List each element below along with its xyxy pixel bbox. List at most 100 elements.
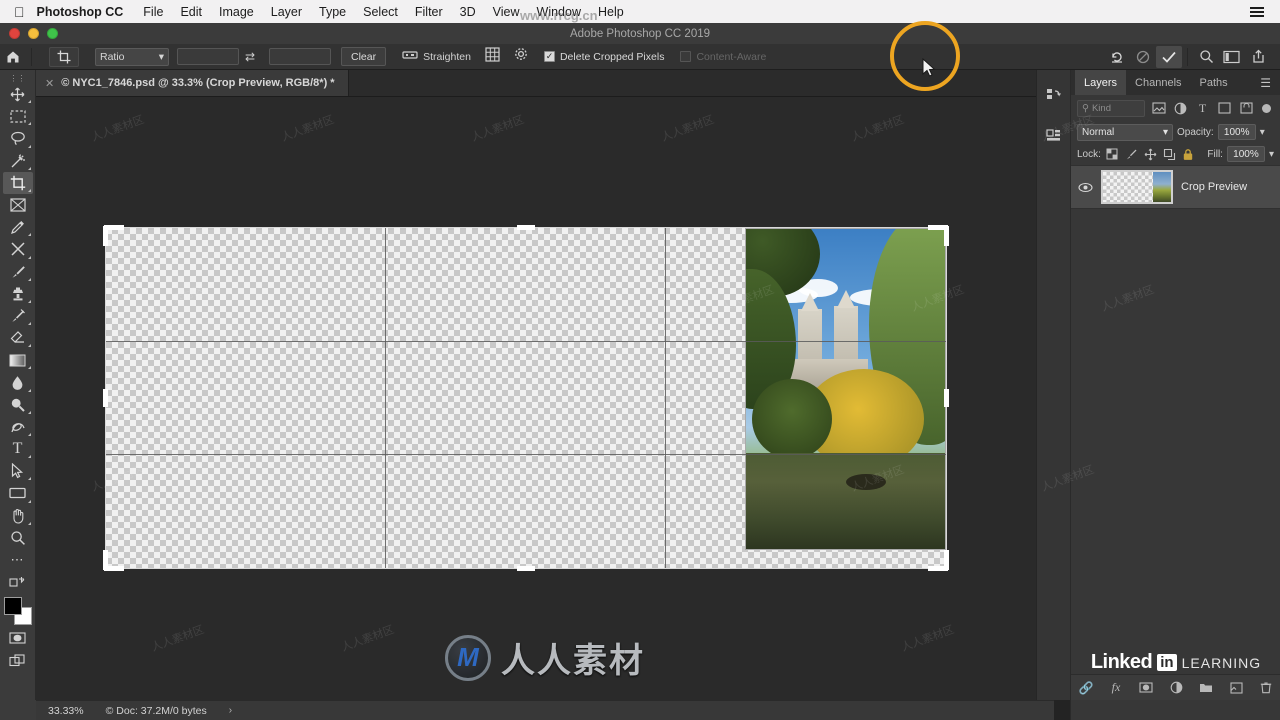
status-expand-arrow-icon[interactable]: › <box>229 705 232 716</box>
lasso-tool[interactable] <box>3 127 33 149</box>
quick-mask-icon[interactable] <box>3 627 33 649</box>
tab-channels[interactable]: Channels <box>1126 70 1190 95</box>
toolbar-grip[interactable]: ⋮⋮ <box>10 74 26 83</box>
crop-handle-bottom-left-h[interactable] <box>104 566 124 571</box>
pen-tool[interactable] <box>3 416 33 438</box>
delete-layer-icon[interactable] <box>1258 680 1274 696</box>
properties-panel-icon[interactable] <box>1041 124 1067 148</box>
blur-tool[interactable] <box>3 371 33 393</box>
crop-selection-frame[interactable] <box>103 225 949 571</box>
opacity-value[interactable]: 100% <box>1217 124 1256 140</box>
share-icon[interactable] <box>1245 46 1271 68</box>
crop-tool-icon[interactable] <box>49 46 79 67</box>
rectangle-tool[interactable] <box>3 482 33 504</box>
path-selection-tool[interactable] <box>3 460 33 482</box>
healing-brush-tool[interactable] <box>3 238 33 260</box>
layer-style-fx-icon[interactable]: fx <box>1108 680 1124 696</box>
more-tools-icon[interactable]: ⋯ <box>3 549 33 571</box>
swap-arrows-icon[interactable]: ⇄ <box>239 50 261 64</box>
crop-height-input[interactable] <box>269 48 331 65</box>
reset-crop-icon[interactable] <box>1104 46 1130 68</box>
foreground-color-swatch[interactable] <box>3 597 22 616</box>
eraser-tool[interactable] <box>3 327 33 349</box>
clear-button[interactable]: Clear <box>341 47 387 66</box>
menu-select[interactable]: Select <box>363 5 398 19</box>
marquee-tool[interactable] <box>3 105 33 127</box>
blend-mode-select[interactable]: Normal ▾ <box>1077 123 1173 141</box>
crop-ratio-select[interactable]: Ratio ▾ <box>95 47 169 66</box>
crop-handle-bottom-right-h[interactable] <box>928 566 948 571</box>
lock-artboard-icon[interactable] <box>1162 147 1177 162</box>
opacity-stepper-icon[interactable]: ▾ <box>1260 127 1265 138</box>
move-tool[interactable] <box>3 83 33 105</box>
color-swatches[interactable] <box>3 597 33 627</box>
menu-type[interactable]: Type <box>319 5 346 19</box>
filter-type-icon[interactable]: T <box>1194 100 1211 117</box>
new-group-icon[interactable] <box>1198 680 1214 696</box>
menu-help[interactable]: Help <box>598 5 624 19</box>
dodge-tool[interactable] <box>3 394 33 416</box>
layer-name[interactable]: Crop Preview <box>1181 181 1247 193</box>
cancel-crop-icon[interactable] <box>1130 46 1156 68</box>
workspace-switcher-icon[interactable] <box>1219 46 1245 68</box>
crop-handle-middle-left[interactable] <box>103 389 108 407</box>
lock-all-icon[interactable] <box>1181 147 1196 162</box>
commit-crop-checkmark-icon[interactable] <box>1156 45 1182 68</box>
filter-adjustment-icon[interactable] <box>1172 100 1189 117</box>
document-tab[interactable]: ✕ © NYC1_7846.psd @ 33.3% (Crop Preview,… <box>36 70 349 96</box>
filter-pixel-icon[interactable] <box>1150 100 1167 117</box>
menu-filter[interactable]: Filter <box>415 5 443 19</box>
add-mask-icon[interactable] <box>1138 680 1154 696</box>
close-tab-icon[interactable]: ✕ <box>45 77 54 90</box>
lock-position-icon[interactable] <box>1143 147 1158 162</box>
apple-logo-icon[interactable]:  <box>14 5 25 19</box>
crop-handle-bottom-center[interactable] <box>517 566 535 571</box>
search-icon[interactable] <box>1193 46 1219 68</box>
fill-stepper-icon[interactable]: ▾ <box>1269 149 1274 160</box>
adjustment-layer-icon[interactable] <box>1168 680 1184 696</box>
panel-menu-icon[interactable]: ☰ <box>1260 76 1280 90</box>
menu-file[interactable]: File <box>143 5 163 19</box>
crop-handle-top-left-h[interactable] <box>104 225 124 230</box>
history-brush-tool[interactable] <box>3 305 33 327</box>
screen-mode-icon[interactable] <box>3 650 33 672</box>
new-layer-icon[interactable] <box>1228 680 1244 696</box>
menu-app-name[interactable]: Photoshop CC <box>37 5 124 19</box>
menu-view[interactable]: View <box>493 5 520 19</box>
straighten-button[interactable]: Straighten <box>402 49 471 64</box>
overlay-grid-icon[interactable] <box>485 46 500 67</box>
crop-handle-top-right-h[interactable] <box>928 225 948 230</box>
lock-transparent-pixels-icon[interactable] <box>1105 147 1120 162</box>
canvas-area[interactable]: M 人人素材 <box>36 97 1054 700</box>
menu-3d[interactable]: 3D <box>460 5 476 19</box>
crop-width-input[interactable] <box>177 48 239 65</box>
edit-toolbar-icon[interactable] <box>3 571 33 593</box>
tab-paths[interactable]: Paths <box>1191 70 1237 95</box>
crop-settings-gear-icon[interactable] <box>514 47 528 66</box>
menu-layer[interactable]: Layer <box>271 5 302 19</box>
lock-image-pixels-icon[interactable] <box>1124 147 1139 162</box>
tab-layers[interactable]: Layers <box>1075 70 1127 95</box>
clone-stamp-tool[interactable] <box>3 283 33 305</box>
layer-filter-kind-select[interactable]: ⚲ Kind <box>1077 99 1145 117</box>
type-tool[interactable]: T <box>3 438 33 460</box>
eyedropper-tool[interactable] <box>3 216 33 238</box>
frame-tool[interactable] <box>3 194 33 216</box>
delete-cropped-pixels-checkbox[interactable]: ✓ Delete Cropped Pixels <box>543 51 664 63</box>
eye-icon[interactable] <box>1077 182 1093 193</box>
fill-value[interactable]: 100% <box>1226 146 1265 162</box>
brush-tool[interactable] <box>3 261 33 283</box>
hand-tool[interactable] <box>3 505 33 527</box>
layer-thumbnail[interactable] <box>1101 170 1173 204</box>
link-layers-icon[interactable]: 🔗 <box>1078 680 1094 696</box>
zoom-level[interactable]: 33.33% <box>48 705 84 717</box>
history-panel-icon[interactable] <box>1041 84 1067 108</box>
filter-toggle-icon[interactable] <box>1262 103 1271 113</box>
gradient-tool[interactable] <box>3 349 33 371</box>
menu-image[interactable]: Image <box>219 5 254 19</box>
menu-edit[interactable]: Edit <box>180 5 202 19</box>
home-icon[interactable] <box>0 50 26 64</box>
crop-handle-top-center[interactable] <box>517 225 535 230</box>
layer-row-crop-preview[interactable]: Crop Preview <box>1071 165 1280 209</box>
magic-wand-tool[interactable] <box>3 150 33 172</box>
